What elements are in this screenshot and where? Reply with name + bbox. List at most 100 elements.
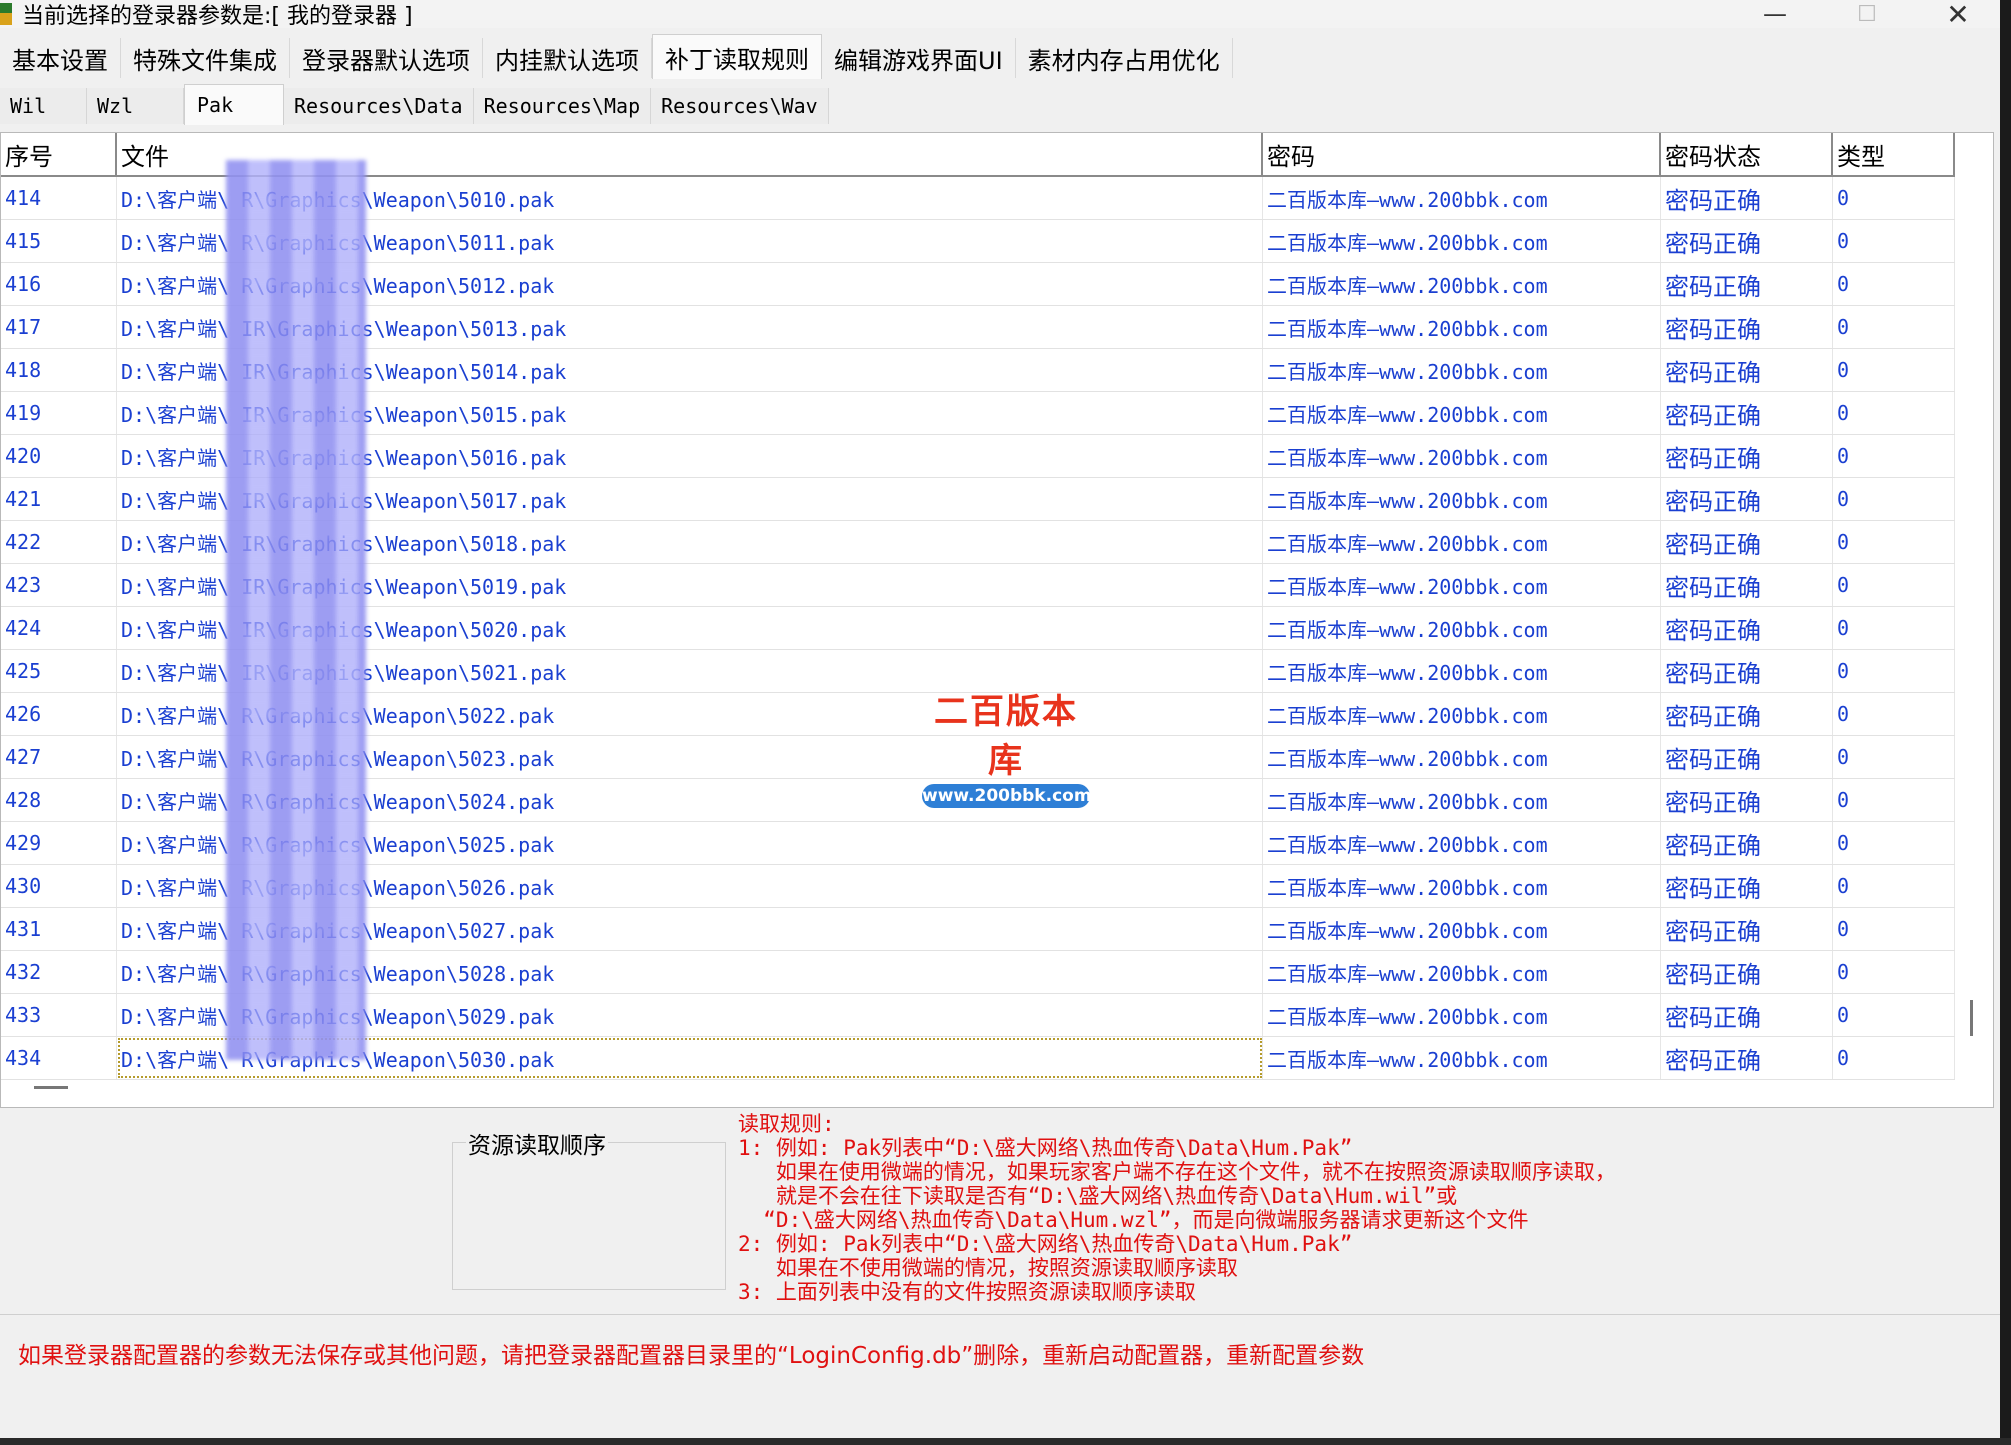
row-status: 密码正确 — [1661, 1037, 1833, 1079]
tab-patch-rules[interactable]: 补丁读取规则 — [652, 34, 822, 79]
vertical-scrollbar-thumb[interactable] — [1970, 1000, 1973, 1036]
row-type: 0 — [1833, 1037, 1955, 1079]
row-password: 二百版本库—www.200bbk.com — [1263, 1037, 1661, 1079]
subtab-pak[interactable]: Pak — [184, 84, 284, 125]
rule-line: 就是不会在往下读取是否有“D:\盛大网络\热血传奇\Data\Hum.wil”或 — [738, 1184, 1458, 1208]
row-type: 0 — [1833, 435, 1955, 477]
row-status: 密码正确 — [1661, 951, 1833, 993]
rule-line: 如果在不使用微端的情况，按照资源读取顺序读取 — [738, 1256, 1238, 1280]
header-password[interactable]: 密码 — [1263, 133, 1661, 175]
footer-note: 如果登录器配置器的参数无法保存或其他问题，请把登录器配置器目录里的“LoginC… — [18, 1343, 1365, 1369]
resource-order-box[interactable] — [452, 1142, 726, 1290]
row-index: 419 — [1, 392, 117, 434]
row-type: 0 — [1833, 779, 1955, 821]
row-status: 密码正确 — [1661, 306, 1833, 348]
rule-line: 读取规则: — [738, 1112, 835, 1136]
rule-line: 3: 上面列表中没有的文件按照资源读取顺序读取 — [738, 1280, 1196, 1304]
row-status: 密码正确 — [1661, 177, 1833, 219]
resource-order-label: 资源读取顺序 — [466, 1126, 608, 1160]
subtab-wzl[interactable]: Wzl — [87, 88, 184, 124]
row-password: 二百版本库—www.200bbk.com — [1263, 779, 1661, 821]
row-type: 0 — [1833, 650, 1955, 692]
row-password: 二百版本库—www.200bbk.com — [1263, 908, 1661, 950]
row-status: 密码正确 — [1661, 650, 1833, 692]
row-password: 二百版本库—www.200bbk.com — [1263, 650, 1661, 692]
desktop-edge — [2000, 0, 2011, 1445]
header-index[interactable]: 序号 — [1, 133, 117, 175]
row-type: 0 — [1833, 349, 1955, 391]
row-password: 二百版本库—www.200bbk.com — [1263, 349, 1661, 391]
row-index: 427 — [1, 736, 117, 778]
row-password: 二百版本库—www.200bbk.com — [1263, 521, 1661, 563]
row-password: 二百版本库—www.200bbk.com — [1263, 435, 1661, 477]
row-index: 417 — [1, 306, 117, 348]
row-status: 密码正确 — [1661, 736, 1833, 778]
row-index: 424 — [1, 607, 117, 649]
row-status: 密码正确 — [1661, 607, 1833, 649]
row-password: 二百版本库—www.200bbk.com — [1263, 865, 1661, 907]
row-type: 0 — [1833, 607, 1955, 649]
horizontal-scrollbar-thumb[interactable] — [34, 1086, 68, 1089]
row-status: 密码正确 — [1661, 564, 1833, 606]
row-index: 430 — [1, 865, 117, 907]
subtab-resources-wav[interactable]: Resources\Wav — [651, 88, 829, 124]
rule-line: 1: 例如: Pak列表中“D:\盛大网络\热血传奇\Data\Hum.Pak” — [738, 1136, 1353, 1160]
row-type: 0 — [1833, 951, 1955, 993]
row-index: 431 — [1, 908, 117, 950]
row-password: 二百版本库—www.200bbk.com — [1263, 736, 1661, 778]
row-index: 425 — [1, 650, 117, 692]
row-index: 420 — [1, 435, 117, 477]
row-index: 416 — [1, 263, 117, 305]
main-tab-strip: 基本设置 特殊文件集成 登录器默认选项 内挂默认选项 补丁读取规则 编辑游戏界面… — [0, 34, 1233, 82]
row-status: 密码正确 — [1661, 865, 1833, 907]
tab-basic-settings[interactable]: 基本设置 — [0, 38, 121, 78]
row-status: 密码正确 — [1661, 994, 1833, 1036]
read-rules-text: 读取规则: 1: 例如: Pak列表中“D:\盛大网络\热血传奇\Data\Hu… — [738, 1112, 1978, 1304]
tab-edit-ui[interactable]: 编辑游戏界面UI — [822, 38, 1016, 78]
close-button[interactable]: ✕ — [1928, 0, 1988, 31]
row-index: 418 — [1, 349, 117, 391]
row-password: 二百版本库—www.200bbk.com — [1263, 392, 1661, 434]
subtab-resources-map[interactable]: Resources\Map — [473, 88, 652, 124]
minimize-button[interactable]: — — [1745, 0, 1805, 28]
row-type: 0 — [1833, 177, 1955, 219]
subtab-resources-data[interactable]: Resources\Data — [284, 88, 474, 124]
row-type: 0 — [1833, 865, 1955, 907]
divider — [0, 1314, 2000, 1315]
title-bar: 当前选择的登录器参数是:[ 我的登录器 ] — ☐ ✕ — [0, 0, 2011, 31]
row-status: 密码正确 — [1661, 392, 1833, 434]
row-type: 0 — [1833, 521, 1955, 563]
row-password: 二百版本库—www.200bbk.com — [1263, 564, 1661, 606]
watermark-title: 二百版本库 — [934, 692, 1078, 781]
header-status[interactable]: 密码状态 — [1661, 133, 1833, 175]
row-status: 密码正确 — [1661, 478, 1833, 520]
app-icon — [0, 3, 12, 25]
row-password: 二百版本库—www.200bbk.com — [1263, 177, 1661, 219]
row-type: 0 — [1833, 478, 1955, 520]
row-password: 二百版本库—www.200bbk.com — [1263, 994, 1661, 1036]
row-status: 密码正确 — [1661, 822, 1833, 864]
tab-special-files[interactable]: 特殊文件集成 — [121, 38, 290, 78]
row-type: 0 — [1833, 736, 1955, 778]
row-type: 0 — [1833, 564, 1955, 606]
tab-memory-optimize[interactable]: 素材内存占用优化 — [1016, 38, 1233, 78]
tab-plugin-defaults[interactable]: 内挂默认选项 — [483, 38, 652, 78]
row-type: 0 — [1833, 822, 1955, 864]
row-index: 414 — [1, 177, 117, 219]
maximize-button[interactable]: ☐ — [1837, 0, 1897, 28]
subtab-wil[interactable]: Wil — [0, 88, 87, 124]
row-status: 密码正确 — [1661, 521, 1833, 563]
tab-launcher-defaults[interactable]: 登录器默认选项 — [290, 38, 483, 78]
row-status: 密码正确 — [1661, 908, 1833, 950]
redaction-blur — [226, 160, 366, 1060]
row-index: 422 — [1, 521, 117, 563]
watermark-logo: 二百版本库 www.200bbk.com — [922, 684, 1092, 808]
row-status: 密码正确 — [1661, 435, 1833, 477]
rule-line: 2: 例如: Pak列表中“D:\盛大网络\热血传奇\Data\Hum.Pak” — [738, 1232, 1353, 1256]
row-status: 密码正确 — [1661, 693, 1833, 735]
row-index: 433 — [1, 994, 117, 1036]
header-type[interactable]: 类型 — [1833, 133, 1955, 175]
row-index: 421 — [1, 478, 117, 520]
row-password: 二百版本库—www.200bbk.com — [1263, 263, 1661, 305]
row-password: 二百版本库—www.200bbk.com — [1263, 306, 1661, 348]
